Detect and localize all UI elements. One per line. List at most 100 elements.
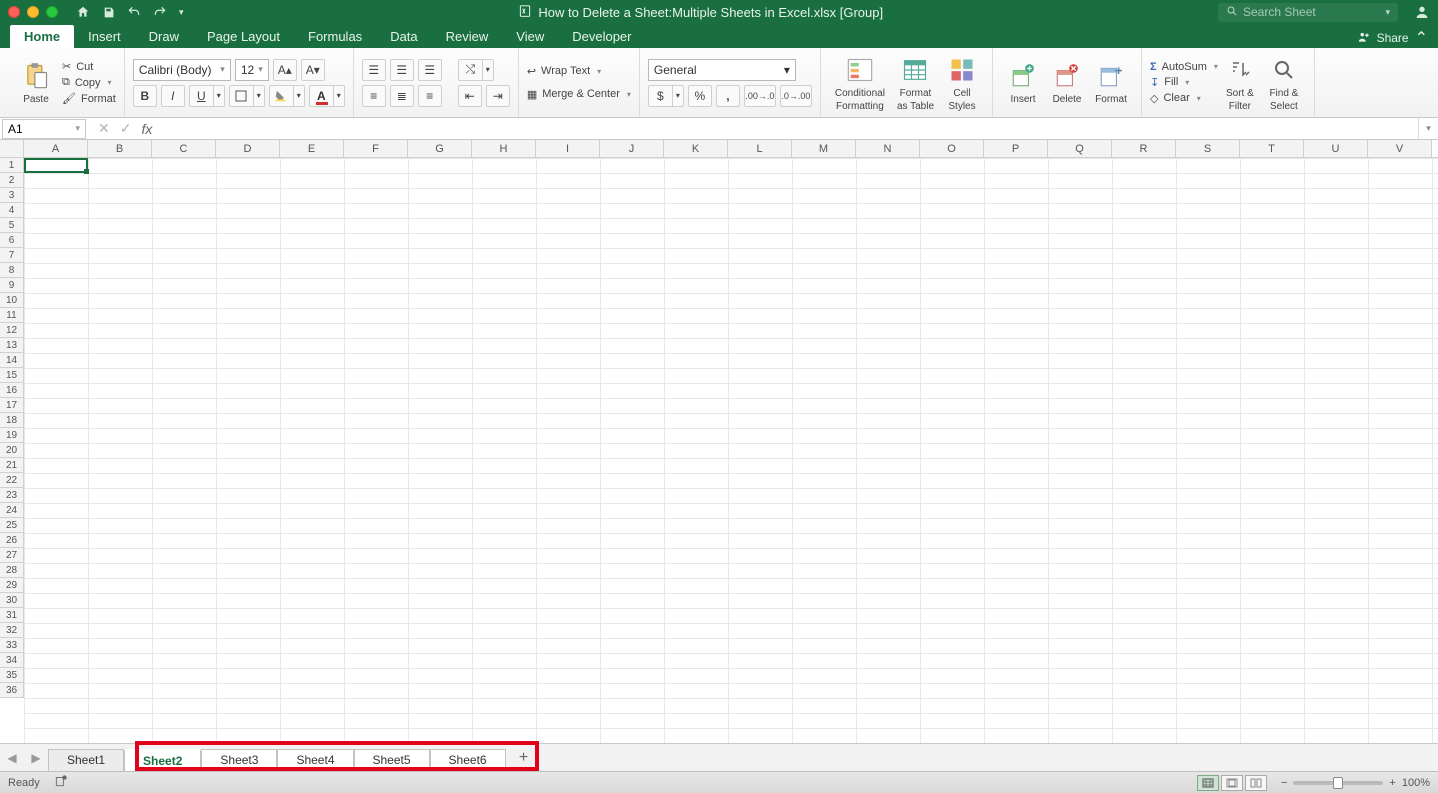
tab-data[interactable]: Data: [376, 25, 431, 48]
row-header[interactable]: 11: [0, 308, 24, 323]
increase-indent-icon[interactable]: ⇥: [486, 85, 510, 107]
clear-button[interactable]: ◇Clear▾: [1150, 91, 1218, 106]
row-header[interactable]: 30: [0, 593, 24, 608]
decrease-indent-icon[interactable]: ⇤: [458, 85, 482, 107]
font-color-dropdown[interactable]: ▾: [333, 85, 345, 107]
decrease-font-icon[interactable]: A▾: [301, 59, 325, 81]
row-header[interactable]: 20: [0, 443, 24, 458]
column-header[interactable]: F: [344, 140, 408, 157]
underline-button[interactable]: U: [189, 85, 213, 107]
merge-center-button[interactable]: ▦Merge & Center▾: [527, 87, 631, 102]
sheet-tab[interactable]: Sheet2: [124, 749, 201, 771]
copy-button[interactable]: ⧉Copy▾: [62, 75, 116, 90]
tab-page-layout[interactable]: Page Layout: [193, 25, 294, 48]
format-as-table-button[interactable]: Formatas Table: [891, 52, 940, 114]
cancel-formula-icon[interactable]: ✕: [98, 120, 110, 137]
cell-styles-button[interactable]: CellStyles: [940, 52, 984, 114]
autosum-button[interactable]: ΣAutoSum▾: [1150, 60, 1218, 74]
row-header[interactable]: 24: [0, 503, 24, 518]
row-header[interactable]: 14: [0, 353, 24, 368]
row-header[interactable]: 21: [0, 458, 24, 473]
row-header[interactable]: 29: [0, 578, 24, 593]
percent-format-icon[interactable]: %: [688, 85, 712, 107]
column-header[interactable]: S: [1176, 140, 1240, 157]
zoom-window-button[interactable]: [46, 6, 58, 18]
tab-home[interactable]: Home: [10, 25, 74, 48]
row-header[interactable]: 8: [0, 263, 24, 278]
border-button[interactable]: [229, 85, 253, 107]
save-icon[interactable]: [102, 6, 115, 19]
column-header[interactable]: M: [792, 140, 856, 157]
column-header[interactable]: H: [472, 140, 536, 157]
row-header[interactable]: 18: [0, 413, 24, 428]
increase-font-icon[interactable]: A▴: [273, 59, 297, 81]
column-header[interactable]: N: [856, 140, 920, 157]
expand-formula-bar-icon[interactable]: ▾: [1418, 118, 1438, 139]
fill-color-button[interactable]: [269, 85, 293, 107]
decrease-decimal-icon[interactable]: .0→.00: [780, 85, 812, 107]
format-cells-button[interactable]: Format: [1089, 58, 1133, 107]
sheet-tab[interactable]: Sheet5: [354, 749, 430, 771]
number-format-combo[interactable]: General▾: [648, 59, 796, 81]
find-select-button[interactable]: Find &Select: [1262, 52, 1306, 114]
row-header[interactable]: 19: [0, 428, 24, 443]
row-header[interactable]: 31: [0, 608, 24, 623]
paste-button[interactable]: Paste: [14, 58, 58, 107]
accounting-dropdown[interactable]: ▾: [672, 85, 684, 107]
redo-icon[interactable]: [153, 5, 167, 19]
sheet-tab[interactable]: Sheet6: [430, 749, 506, 771]
row-header[interactable]: 32: [0, 623, 24, 638]
column-header[interactable]: T: [1240, 140, 1304, 157]
fill-button[interactable]: ↧Fill▾: [1150, 75, 1218, 90]
share-button[interactable]: Share: [1377, 31, 1409, 45]
column-header[interactable]: D: [216, 140, 280, 157]
normal-view-icon[interactable]: [1197, 775, 1219, 791]
column-header[interactable]: P: [984, 140, 1048, 157]
font-color-button[interactable]: A: [309, 85, 333, 107]
tab-developer[interactable]: Developer: [558, 25, 645, 48]
column-header[interactable]: A: [24, 140, 88, 157]
column-header[interactable]: Q: [1048, 140, 1112, 157]
name-box[interactable]: A1▾: [2, 119, 86, 139]
sheet-nav-prev-icon[interactable]: ◀: [4, 747, 20, 769]
align-top-icon[interactable]: ☰: [362, 59, 386, 81]
sheet-nav-next-icon[interactable]: ▶: [28, 747, 44, 769]
column-header[interactable]: U: [1304, 140, 1368, 157]
fill-color-dropdown[interactable]: ▾: [293, 85, 305, 107]
macro-recorder-icon[interactable]: [54, 774, 68, 791]
tab-review[interactable]: Review: [432, 25, 503, 48]
close-window-button[interactable]: [8, 6, 20, 18]
row-header[interactable]: 9: [0, 278, 24, 293]
tab-insert[interactable]: Insert: [74, 25, 135, 48]
italic-button[interactable]: I: [161, 85, 185, 107]
row-header[interactable]: 2: [0, 173, 24, 188]
select-all-corner[interactable]: [0, 140, 24, 157]
column-header[interactable]: I: [536, 140, 600, 157]
worksheet-grid[interactable]: ABCDEFGHIJKLMNOPQRSTUV 12345678910111213…: [0, 140, 1438, 743]
sheet-tab[interactable]: Sheet3: [201, 749, 277, 771]
sort-filter-button[interactable]: Sort &Filter: [1218, 52, 1262, 114]
align-left-icon[interactable]: ≡: [362, 85, 386, 107]
row-header[interactable]: 15: [0, 368, 24, 383]
search-sheet-box[interactable]: Search Sheet ▾: [1218, 3, 1398, 22]
row-header[interactable]: 4: [0, 203, 24, 218]
formula-input[interactable]: [164, 119, 1418, 139]
orientation-button[interactable]: ⤭: [458, 59, 482, 81]
row-header[interactable]: 25: [0, 518, 24, 533]
row-header[interactable]: 12: [0, 323, 24, 338]
column-header[interactable]: B: [88, 140, 152, 157]
page-break-view-icon[interactable]: [1245, 775, 1267, 791]
row-header[interactable]: 10: [0, 293, 24, 308]
zoom-slider[interactable]: [1293, 781, 1383, 785]
column-header[interactable]: V: [1368, 140, 1432, 157]
sheet-tab[interactable]: Sheet1: [48, 749, 124, 771]
row-header[interactable]: 28: [0, 563, 24, 578]
border-dropdown[interactable]: ▾: [253, 85, 265, 107]
comma-format-icon[interactable]: ,: [716, 85, 740, 107]
zoom-out-button[interactable]: −: [1281, 777, 1287, 789]
account-icon[interactable]: [1414, 4, 1430, 20]
undo-icon[interactable]: [127, 5, 141, 19]
qat-dropdown-icon[interactable]: ▾: [179, 7, 184, 18]
cut-button[interactable]: ✂Cut: [62, 59, 116, 74]
row-header[interactable]: 35: [0, 668, 24, 683]
